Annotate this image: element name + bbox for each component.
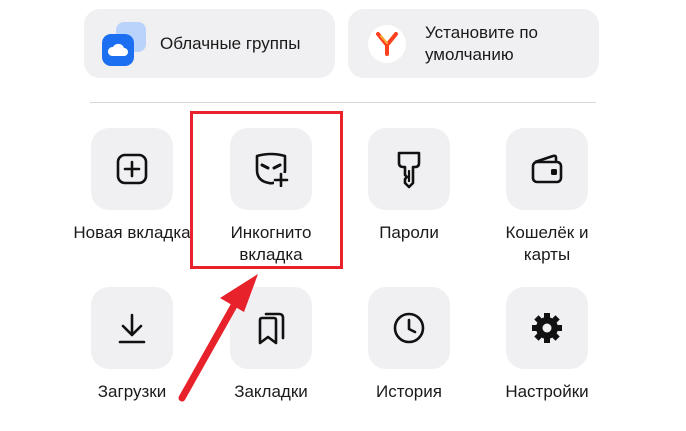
annotation-arrow <box>178 274 258 402</box>
